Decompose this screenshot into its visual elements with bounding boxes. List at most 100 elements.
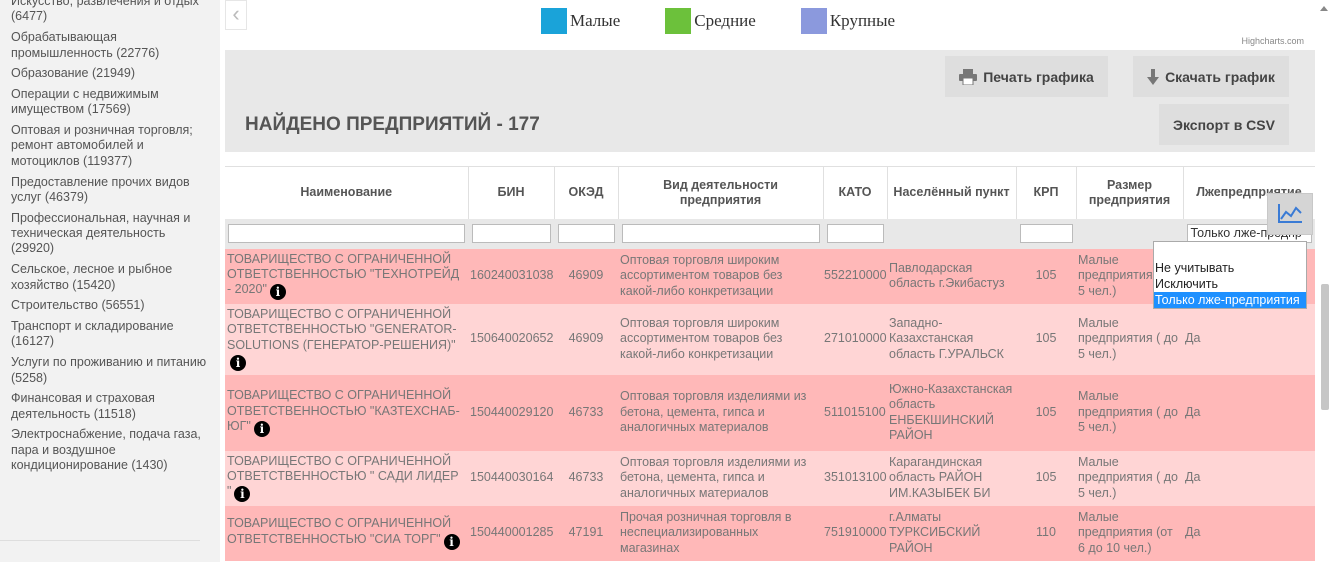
legend-swatch [541,8,567,34]
cell-bin: 150440001285 [468,505,554,561]
category-link[interactable]: Образование (21949) [11,66,210,81]
cell-activity: Оптовая торговля изделиями из бетона, це… [618,374,823,451]
export-panel: Печать графика Скачать график Экспорт в … [225,50,1315,152]
cell-oked: 46733 [554,374,618,451]
table-header-row: Наименование БИН ОКЭД Вид деятельности пред… [225,166,1316,219]
info-icon[interactable]: i [443,533,460,550]
info-icon[interactable]: i [230,355,246,372]
cell-activity: Оптовая торговля широким ассортиментом т… [618,303,823,375]
scrollbar-thumb[interactable] [1321,284,1329,410]
cell-size: Малые предприятия ( до 5 чел.) [1076,450,1183,506]
legend-label: Крупные [829,11,896,30]
category-link[interactable]: Транспорт и складирование (16127) [11,319,210,350]
cell-kato: 552210000 [823,248,887,304]
dropdown-option[interactable]: Только лже-предприятия [1154,292,1306,308]
category-link[interactable]: Предоставление прочих видов услуг (46379… [11,175,210,206]
cell-oked: 47191 [554,505,618,561]
legend-item[interactable]: Крупные [800,8,896,34]
category-link[interactable]: Обрабатывающая промышленность (22776) [11,30,210,61]
chart-legend: Малые Средние Крупные [541,8,940,34]
category-link[interactable]: Строительство (56551) [11,298,210,313]
chevron-left-icon[interactable]: ‹ [225,0,247,30]
cell-kato: 271010000 [823,303,887,375]
info-icon[interactable]: i [234,486,251,503]
sidebar-divider [0,540,200,541]
highcharts-credits[interactable]: Highcharts.com [1241,36,1304,46]
column-header[interactable]: Размер предприятия [1076,166,1184,219]
cell-activity: Прочая розничная торговля в неспециализи… [618,505,823,561]
info-icon[interactable]: i [269,284,286,301]
category-link[interactable]: Сельское, лесное и рыбное хозяйство (154… [11,262,210,293]
print-chart-button[interactable]: Печать графика [945,56,1108,97]
company-name[interactable]: ТОВАРИЩЕСТВО С ОГРАНИЧЕННОЙ ОТВЕТСТВЕННО… [227,307,457,352]
dropdown-option[interactable]: Исключить [1154,276,1306,292]
legend-swatch [800,8,827,34]
column-header[interactable]: КРП [1016,166,1077,219]
category-link[interactable]: Оптовая и розничная торговля; ремонт авт… [11,123,210,169]
company-name[interactable]: ТОВАРИЩЕСТВО С ОГРАНИЧЕННОЙ ОТВЕТСТВЕННО… [227,516,451,545]
cell-locality: г.Алматы ТУРКСИБСКИЙ РАЙОН [887,505,1016,561]
sidebar: Искусство, развлечения и отдых (6477) Обр… [0,0,220,562]
cell-krp: 105 [1016,303,1076,375]
printer-icon [959,68,978,85]
dropdown-option[interactable]: Не учитывать [1154,260,1306,276]
cell-size: Малые предприятия ( до 5 чел.) [1076,303,1183,375]
filter-krp-input[interactable] [1019,224,1073,243]
column-header[interactable]: Населённый пункт [887,166,1017,219]
filter-name-input[interactable] [228,224,465,243]
scroll-up-icon[interactable] [1320,6,1328,11]
category-link[interactable]: Услуги по проживанию и питанию (5258) [11,355,210,386]
filter-oked-input[interactable] [557,224,615,243]
cell-kato: 751910000 [823,505,887,561]
info-icon[interactable]: i [253,420,270,437]
table-row[interactable]: ТОВАРИЩЕСТВО С ОГРАНИЧЕННОЙ ОТВЕТСТВЕННО… [225,374,1315,451]
cell-bin: 160240031038 [468,248,554,304]
cell-name: ТОВАРИЩЕСТВО С ОГРАНИЧЕННОЙ ОТВЕТСТВЕННО… [225,505,468,561]
table-row[interactable]: ТОВАРИЩЕСТВО С ОГРАНИЧЕННОЙ ОТВЕТСТВЕННО… [225,505,1315,561]
filter-bin-input[interactable] [471,224,551,243]
cell-size: Малые предприятия (от 6 до 10 чел.) [1076,505,1183,561]
cell-locality: Карагандинская область РАЙОН ИМ.КАЗЫБЕК … [887,450,1016,506]
table-row[interactable]: ТОВАРИЩЕСТВО С ОГРАНИЧЕННОЙ ОТВЕТСТВЕННО… [225,303,1315,375]
cell-locality: Павлодарская область г.Экибастуз [887,248,1016,304]
company-name[interactable]: ТОВАРИЩЕСТВО С ОГРАНИЧЕННОЙ ОТВЕТСТВЕННО… [227,454,459,499]
cell-size: Малые предприятия ( до 5 чел.) [1076,374,1183,451]
cell-oked: 46909 [554,248,618,304]
cell-locality: Западно-Казахстанская область Г.УРАЛЬСК [887,303,1016,375]
filter-row: Только лже-предпр [225,218,1316,249]
category-link[interactable]: Искусство, развлечения и отдых (6477) [11,0,210,25]
column-header[interactable]: КАТО [823,166,888,219]
cell-locality: Южно-Казахстанская область ЕНБЕКШИНСКИЙ … [887,374,1016,451]
download-chart-button[interactable]: Скачать график [1133,56,1289,97]
filter-activity-input[interactable] [621,224,820,243]
column-header[interactable]: Наименование [225,166,469,219]
category-link[interactable]: Финансовая и страховая деятельность (115… [11,391,210,422]
legend-swatch [665,8,692,34]
filter-kato-input[interactable] [826,224,884,243]
column-header[interactable]: Вид деятельности предприятия [618,166,824,219]
download-arrow-icon [1147,68,1160,85]
cell-fake: Да [1183,303,1315,375]
cell-fake: Да [1183,450,1315,506]
cell-oked: 46733 [554,450,618,506]
legend-label: Средние [694,11,756,30]
export-csv-button[interactable]: Экспорт в CSV [1159,104,1289,145]
table-row[interactable]: ТОВАРИЩЕСТВО С ОГРАНИЧЕННОЙ ОТВЕТСТВЕННО… [225,248,1315,304]
main-content: ‹ Малые Средние Крупные Highcharts.com Печ… [225,0,1316,562]
cell-kato: 511015100 [823,374,887,451]
company-name[interactable]: ТОВАРИЩЕСТВО С ОГРАНИЧЕННОЙ ОТВЕТСТВЕННО… [227,252,459,297]
download-chart-label: Скачать график [1165,68,1275,85]
chart-toggle-button[interactable] [1267,193,1313,235]
legend-item[interactable]: Малые [541,8,620,34]
category-link[interactable]: Электроснабжение, подача газа, пара и во… [11,427,210,473]
category-link[interactable]: Профессиональная, научная и техническая … [11,211,210,257]
table-row[interactable]: ТОВАРИЩЕСТВО С ОГРАНИЧЕННОЙ ОТВЕТСТВЕННО… [225,450,1315,506]
fake-filter-dropdown[interactable]: Не учитывать Исключить Только лже-предприя… [1153,241,1307,309]
print-chart-label: Печать графика [983,68,1094,85]
category-link[interactable]: Операции с недвижимым имуществом (17569) [11,87,210,118]
filter-empty-cell [887,218,1017,249]
column-header[interactable]: ОКЭД [554,166,619,219]
column-header[interactable]: БИН [468,166,555,219]
legend-item[interactable]: Средние [665,8,756,34]
page-scrollbar[interactable] [1315,0,1334,562]
